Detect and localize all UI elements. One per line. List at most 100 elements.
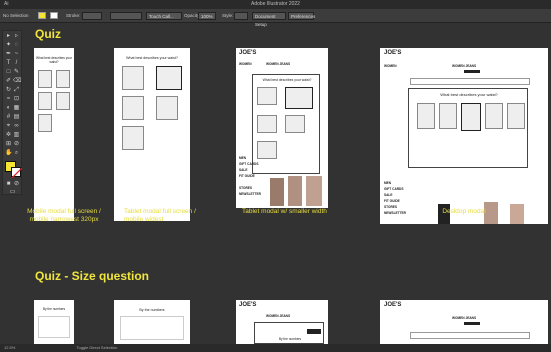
graph-tool-icon[interactable]: ▥ xyxy=(13,132,20,139)
brand-logo: JOE'S xyxy=(384,302,402,308)
variable-width-dropdown[interactable] xyxy=(110,12,142,20)
free-transform-icon[interactable]: ⊡ xyxy=(13,96,20,103)
status-bar: 12.5% Toggle Direct Selection xyxy=(0,344,551,352)
nav-men[interactable]: MEN xyxy=(384,181,391,185)
nav-fit-guide[interactable]: FIT GUIDE xyxy=(239,174,255,178)
waist-option[interactable] xyxy=(56,70,70,88)
waist-option-selected[interactable] xyxy=(461,103,481,131)
waist-option[interactable] xyxy=(38,92,52,110)
rotate-icon[interactable]: ↻ xyxy=(5,87,12,94)
nav-newsletter[interactable]: NEWSLETTER xyxy=(239,192,261,196)
zoom-level[interactable]: 12.5% xyxy=(4,345,15,350)
type-tool-icon[interactable]: T xyxy=(5,60,12,67)
waist-option[interactable] xyxy=(507,103,525,129)
page-heading: WOMEN JEANS xyxy=(266,62,291,66)
line-tool-icon[interactable]: / xyxy=(13,60,20,67)
stroke-swatch[interactable] xyxy=(50,12,58,19)
shaper-icon[interactable]: ✐ xyxy=(5,78,12,85)
waist-option[interactable] xyxy=(257,115,277,133)
nav-gift-cards[interactable]: GIFT CARDS xyxy=(239,162,258,166)
status-info: Toggle Direct Selection xyxy=(76,345,118,350)
gradient-icon[interactable]: ▤ xyxy=(13,114,20,121)
tools-panel: ▸ ▹ ✦ ◌ ✒ ~ T / □ ✎ ✐ ⌫ ↻ ⤢ ≈ ⊡ ◐ ▦ # ▤ … xyxy=(2,30,22,195)
canvas[interactable]: Quiz Quiz - Size question What best desc… xyxy=(24,24,551,344)
rectangle-tool-icon[interactable]: □ xyxy=(5,69,12,76)
brush-dropdown[interactable]: Touch Call... xyxy=(146,12,182,20)
artboard-mobile[interactable]: What best describes your waist? xyxy=(34,48,74,221)
preferences-button[interactable]: Preferences xyxy=(288,12,315,20)
waist-option[interactable] xyxy=(38,70,52,88)
artboard-size-mobile[interactable]: By the numbers xyxy=(34,300,74,344)
artboard-desktop[interactable]: JOE'S WOMEN JEANS WOMEN What best descri… xyxy=(380,48,548,224)
artboard-size-tablet-modal[interactable]: JOE'S WOMEN JEANS By the numbers xyxy=(236,300,328,344)
waist-option[interactable] xyxy=(257,87,277,105)
artboard-size-tablet[interactable]: By the numbers xyxy=(114,300,190,344)
artboard-tablet-modal[interactable]: JOE'S WOMEN JEANS WOMEN What best descri… xyxy=(236,48,328,208)
filter-bar[interactable] xyxy=(410,78,530,85)
magic-wand-icon[interactable]: ✦ xyxy=(5,42,12,49)
waist-option[interactable] xyxy=(38,114,52,132)
waist-option-selected[interactable] xyxy=(156,66,182,90)
selection-tool-icon[interactable]: ▸ xyxy=(5,33,12,40)
waist-option-selected[interactable] xyxy=(285,87,313,109)
perspective-icon[interactable]: ▦ xyxy=(13,105,20,112)
nav-gift-cards[interactable]: GIFT CARDS xyxy=(384,187,403,191)
pen-tool-icon[interactable]: ✒ xyxy=(5,51,12,58)
dark-button[interactable] xyxy=(464,70,480,73)
nav-men[interactable]: MEN xyxy=(239,156,246,160)
nav-women[interactable]: WOMEN xyxy=(239,62,252,66)
curvature-icon[interactable]: ~ xyxy=(13,51,20,58)
opacity-field[interactable]: 100% xyxy=(198,12,216,20)
nav-stores[interactable]: STORES xyxy=(239,186,252,190)
scale-icon[interactable]: ⤢ xyxy=(13,87,20,94)
size-table xyxy=(38,316,70,338)
none-mode-icon[interactable]: ⊘ xyxy=(13,181,20,188)
nav-sale[interactable]: SALE xyxy=(239,168,248,172)
nav-sale[interactable]: SALE xyxy=(384,193,393,197)
artboard-tool-icon[interactable]: ⊞ xyxy=(5,141,12,148)
nav-women[interactable]: WOMEN xyxy=(384,64,397,68)
mesh-icon[interactable]: # xyxy=(5,114,12,121)
paintbrush-icon[interactable]: ✎ xyxy=(13,69,20,76)
fill-swatch[interactable] xyxy=(38,12,46,19)
modal-question: What best describes your waist? xyxy=(262,78,312,82)
waist-option[interactable] xyxy=(56,92,70,110)
shape-builder-icon[interactable]: ◐ xyxy=(5,105,12,112)
size-modal: By the numbers xyxy=(254,322,324,344)
blend-icon[interactable]: ∞ xyxy=(13,123,20,130)
width-tool-icon[interactable]: ≈ xyxy=(5,96,12,103)
window-title: Adobe Illustrator 2022 xyxy=(251,1,300,7)
eraser-icon[interactable]: ⌫ xyxy=(13,78,21,85)
waist-option[interactable] xyxy=(122,66,144,90)
artboard-size-desktop[interactable]: JOE'S WOMEN JEANS xyxy=(380,300,548,344)
filter-bar[interactable] xyxy=(410,332,530,339)
waist-option[interactable] xyxy=(417,103,435,129)
waist-option[interactable] xyxy=(122,96,144,120)
waist-option[interactable] xyxy=(257,141,277,159)
slice-icon[interactable]: ⊘ xyxy=(13,141,20,148)
stroke-weight-dropdown[interactable] xyxy=(82,12,102,20)
screen-mode-icon[interactable]: ▭ xyxy=(9,189,16,196)
stroke-color-icon[interactable] xyxy=(11,167,22,178)
waist-option[interactable] xyxy=(285,115,305,133)
nav-fit-guide[interactable]: FIT GUIDE xyxy=(384,199,400,203)
waist-option[interactable] xyxy=(122,126,144,150)
model-photo xyxy=(270,178,284,206)
direct-selection-icon[interactable]: ▹ xyxy=(13,33,20,40)
zoom-tool-icon[interactable]: ⌕ xyxy=(13,150,20,157)
title-bar: Ai Adobe Illustrator 2022 xyxy=(0,0,551,9)
eyedropper-icon[interactable]: ⌖ xyxy=(5,123,12,130)
style-dropdown[interactable] xyxy=(234,12,248,20)
dark-button[interactable] xyxy=(307,329,321,334)
hand-tool-icon[interactable]: ✋ xyxy=(5,150,12,157)
dark-button[interactable] xyxy=(464,322,480,325)
waist-option[interactable] xyxy=(485,103,503,129)
waist-option[interactable] xyxy=(156,96,178,120)
lasso-icon[interactable]: ◌ xyxy=(13,42,20,49)
artboard-tablet-full[interactable]: What best describes your waist? xyxy=(114,48,190,221)
document-setup-button[interactable]: Document Setup xyxy=(252,12,286,27)
page-heading: WOMEN JEANS xyxy=(452,64,477,68)
symbol-sprayer-icon[interactable]: ✲ xyxy=(5,132,12,139)
color-mode-icon[interactable]: ■ xyxy=(5,181,12,188)
waist-option[interactable] xyxy=(439,103,457,129)
